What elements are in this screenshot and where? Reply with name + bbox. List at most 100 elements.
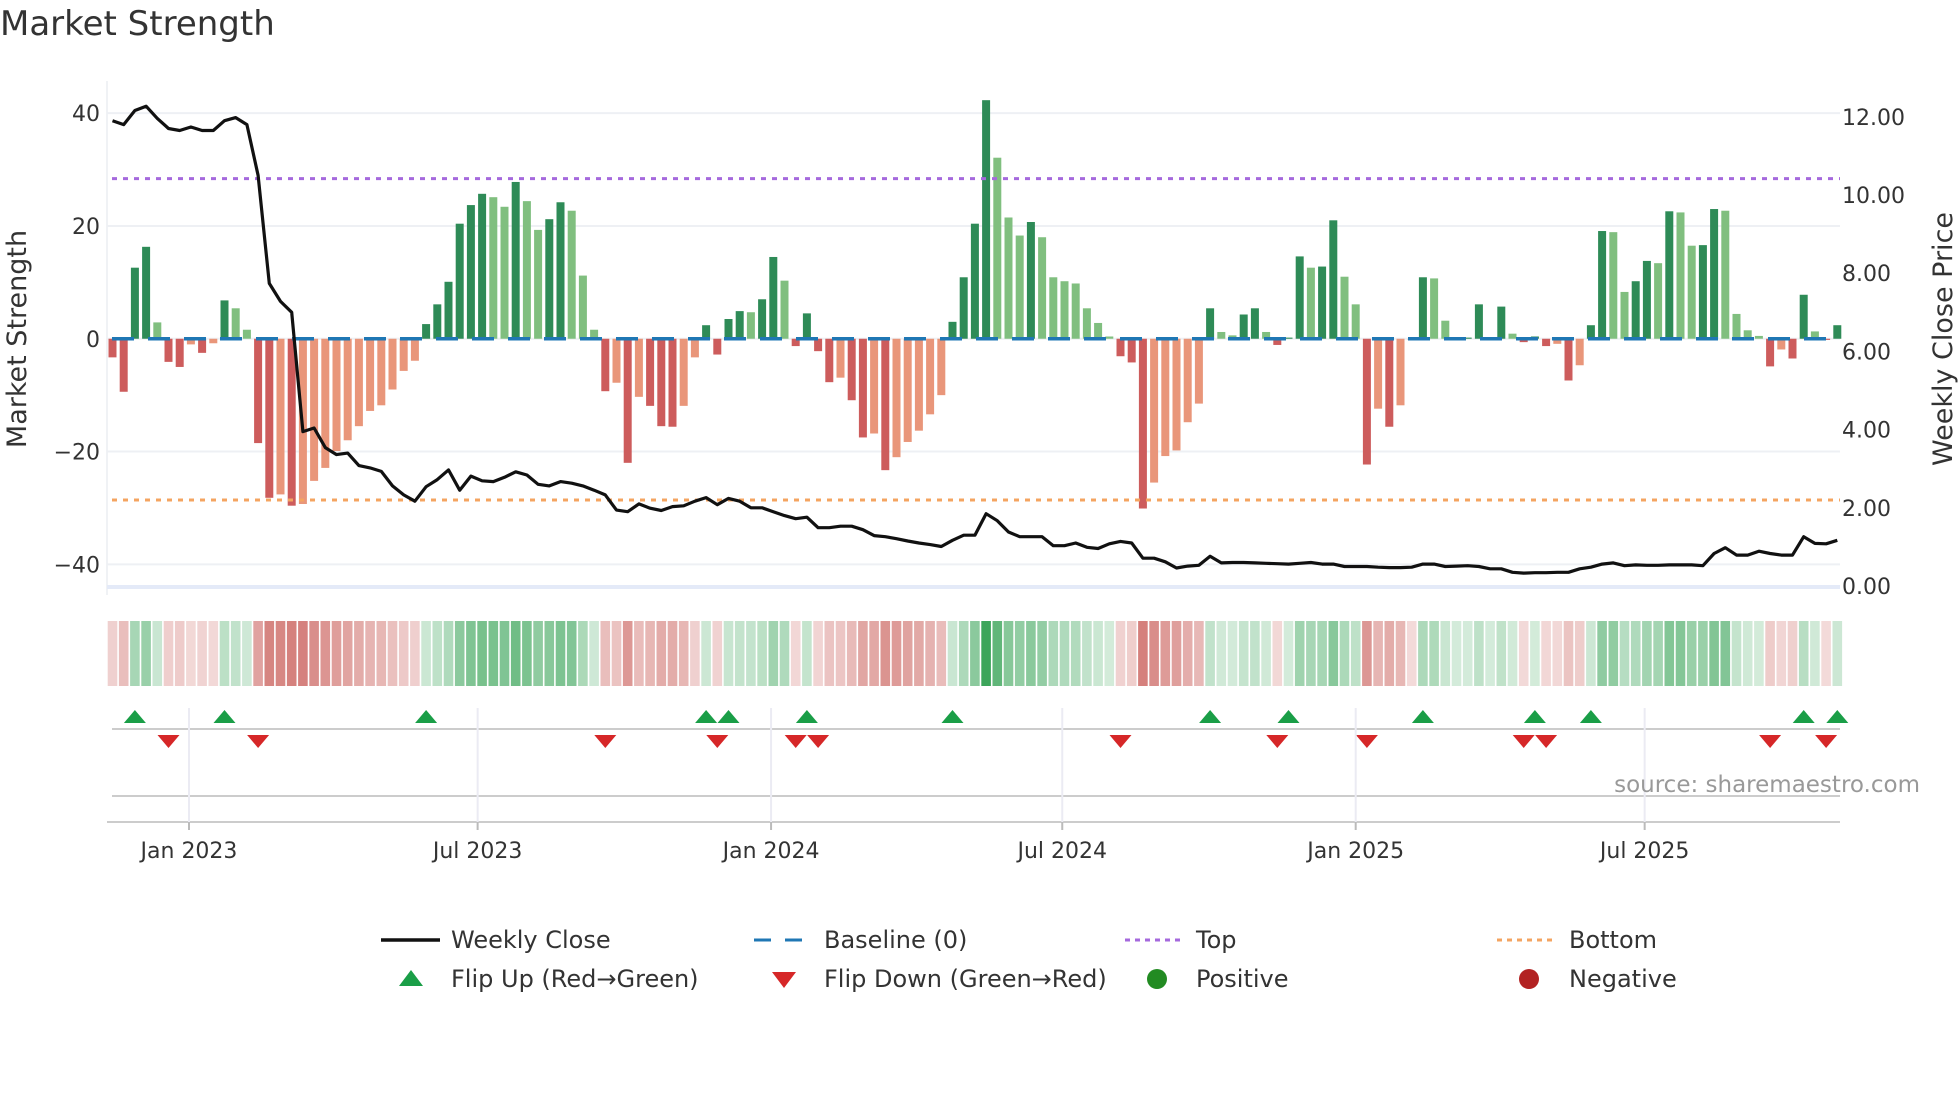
flip-down-marker [1266,735,1289,748]
strength-bar [780,280,789,339]
strip-cell [1093,621,1103,686]
strength-bar [1799,294,1808,339]
strip-cell [1709,621,1719,686]
strip-cell [802,621,812,686]
strip-cell [779,621,790,686]
strength-bar [1038,237,1047,339]
strength-bar [354,338,363,427]
left-tick-label: 40 [72,102,100,127]
legend-label: Bottom [1569,926,1657,954]
left-tick-label: −20 [54,441,100,466]
strength-bar [1788,338,1797,359]
left-tick-label: 20 [72,215,100,240]
strip-cell [1362,621,1372,686]
strength-bar [1642,260,1651,339]
strip-cell [690,621,700,686]
strength-bar [1631,281,1640,339]
strip-cell [1608,621,1619,686]
strength-bar [119,338,128,392]
strength-bar [1161,338,1170,457]
strip-cell [1115,621,1126,686]
strip-cell [947,621,958,686]
strength-bar [444,281,453,339]
strip-cell [1350,621,1361,686]
strength-bar [1698,245,1707,339]
strip-cell [1675,621,1686,686]
strength-bar [881,338,890,471]
strip-cell [118,621,129,686]
strip-cell [354,621,364,686]
strip-cell [264,621,275,686]
strength-bar [914,338,923,431]
strip-cell [667,621,678,686]
strip-cell [746,621,756,686]
strip-cell [958,621,969,686]
strength-bar [500,206,509,339]
strip-cell [1664,621,1675,686]
strength-bar [242,329,251,339]
right-axis-ticks: 0.00 2.00 4.00 6.00 8.00 10.00 12.00 [1842,106,1905,600]
strip-cell [1474,621,1484,686]
strength-bar [858,338,867,438]
strength-bar [814,338,823,352]
left-axis-title: Market Strength [2,230,33,448]
strip-cell [443,621,454,686]
strength-bar [948,321,957,339]
strength-bar [1441,320,1450,339]
strip-cell [1238,621,1249,686]
strength-bar [108,338,117,358]
legend-label: Weekly Close [451,926,611,954]
strip-cell [1373,621,1383,686]
strength-bar [1362,338,1371,465]
strip-cell [130,621,140,686]
strip-cell [342,621,353,686]
strength-bar [926,338,935,415]
strip-cell [197,621,207,686]
strip-cell [589,621,599,686]
strip-cell [902,621,913,686]
strip-cell [230,621,241,686]
strip-cell [320,621,331,686]
strip-cell [1720,621,1731,686]
strength-bar [1306,267,1315,339]
strip-cell [790,621,801,686]
strength-bar [970,223,979,339]
strip-cell [1485,621,1495,686]
source-label: source: sharemaestro.com [1614,772,1920,798]
strength-bar [892,338,901,458]
strip-cell [544,621,555,686]
strip-cell [1126,621,1137,686]
strength-bar [623,338,632,463]
strip-cell [757,621,767,686]
strip-cell [331,621,342,686]
strength-bar [1015,235,1024,339]
date-tick-label: Jan 2025 [1305,839,1404,864]
strip-cell [1787,621,1798,686]
strip-cell [1653,621,1663,686]
strip-cell [398,621,409,686]
strength-bar [287,338,296,506]
strip-cell [421,621,431,686]
strength-bar [1217,331,1226,339]
strip-cell [1597,621,1607,686]
flip-up-marker [1579,710,1602,723]
strip-cell [410,621,420,686]
strength-bar [1654,263,1663,339]
strength-bar [1620,291,1629,339]
strip-cell [1328,621,1339,686]
strip-cell [1619,621,1630,686]
strength-bar [679,338,688,406]
right-tick-label: 0.00 [1842,575,1891,600]
strip-cell [163,621,174,686]
strip-cell [566,621,577,686]
strength-bar [1385,338,1394,427]
strip-cell [1642,621,1652,686]
flip-up-marker [1523,710,1546,723]
strip-cell [1731,621,1742,686]
strength-bar [1430,278,1439,339]
strength-bar [993,157,1002,339]
strip-cell [824,621,835,686]
strength-bar [646,338,655,406]
strip-cell [1294,621,1305,686]
strip-cell [578,621,588,686]
